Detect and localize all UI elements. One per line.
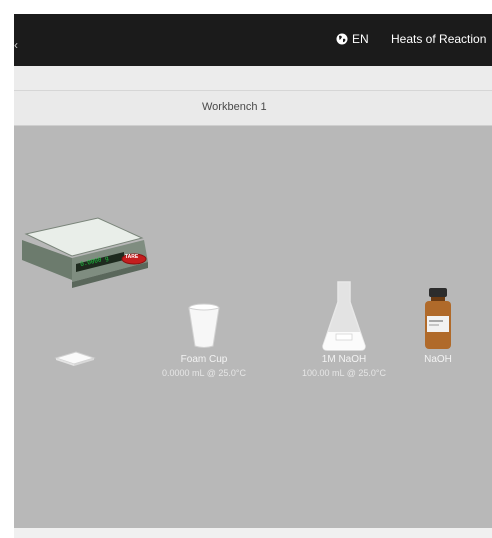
foam-cup-detail: 0.0000 mL @ 25.0°C: [162, 368, 246, 378]
naoh-solution-label: 1M NaOH: [321, 354, 367, 365]
foam-cup[interactable]: [186, 302, 222, 350]
left-edge-glyph: ‹: [14, 38, 18, 52]
foam-cup-label: Foam Cup: [180, 354, 228, 365]
naoh-bottle[interactable]: [423, 288, 453, 350]
naoh-solution-flask[interactable]: [319, 280, 369, 352]
naoh-solution-detail: 100.00 mL @ 25.0°C: [302, 368, 386, 378]
toolbar-strip: [14, 66, 492, 91]
erlenmeyer-flask-icon: [322, 281, 366, 351]
weigh-boat[interactable]: [52, 350, 98, 370]
app-title[interactable]: Heats of Reaction: [391, 32, 486, 46]
digital-scale[interactable]: 0.0000 g TARE: [20, 208, 170, 298]
tare-button[interactable]: TARE: [125, 254, 138, 260]
workbench-tab-bar: Workbench 1: [14, 91, 492, 126]
language-selector[interactable]: EN: [336, 32, 369, 46]
top-nav-bar: ‹ EN Heats of Reaction: [14, 14, 492, 66]
naoh-bottle-label: NaOH: [424, 354, 452, 365]
footer-strip: [14, 528, 492, 538]
workbench-area: 0.0000 g TARE Foam Cup 0.0000 mL @ 25.0°…: [14, 126, 492, 528]
globe-icon: [336, 33, 348, 45]
app-frame: ‹ EN Heats of Reaction Workbench 1 0.000…: [14, 14, 492, 538]
tab-workbench-1[interactable]: Workbench 1: [202, 101, 267, 113]
scale-icon: [22, 217, 148, 288]
foam-cup-icon: [188, 303, 220, 348]
language-code: EN: [352, 32, 369, 46]
reagent-bottle-icon: [425, 288, 451, 349]
weigh-boat-icon: [54, 351, 96, 366]
